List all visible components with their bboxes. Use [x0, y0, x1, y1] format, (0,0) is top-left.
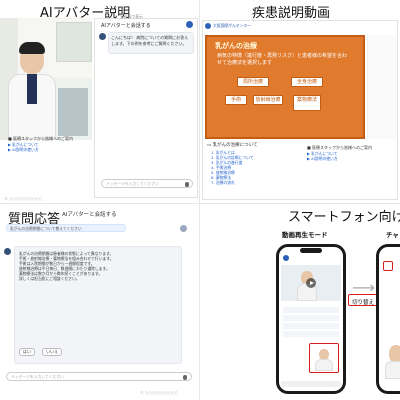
- mode-label-chat: チャ: [386, 231, 399, 239]
- hospital-logo-icon: [283, 255, 289, 261]
- staff-notice: ■ 医療スタッフから皆様へのご案内 ▶ 乳がんについて ▶ AI説明の使い方: [8, 136, 92, 152]
- link-how-to-use[interactable]: ▶ AI説明の使い方: [8, 147, 92, 152]
- quadrant-title: 疾患説明動画: [252, 6, 331, 21]
- quick-reply-no[interactable]: いいえ: [42, 348, 63, 356]
- footer: © ○○○○○○○○○○: [4, 196, 43, 201]
- slide-box-local: 局所治療: [237, 77, 269, 87]
- bottom-bar: [281, 381, 341, 387]
- screenshot-collage: AIアバター説明 AIアバターと会話する こんにちは！ 病院についての質問にお答…: [0, 0, 400, 400]
- video-page: 大阪国際がんセンター 乳がんの治療 病気の特徴（進行度・再発リスク）と患者様の希…: [202, 20, 398, 200]
- chapter-item[interactable]: [283, 307, 339, 313]
- slide-title: 乳がんの治療: [215, 42, 257, 50]
- hospital-logo-text: 大阪国際がんセンター: [213, 23, 251, 28]
- chat-avatar-icon[interactable]: [186, 21, 193, 28]
- footer: © ○○○○○○○○○○: [140, 390, 179, 395]
- quick-replies: はい いいえ: [19, 338, 64, 357]
- slide-box-surgery: 手術: [225, 95, 247, 105]
- message-input[interactable]: メッセージを入力してください: [6, 372, 192, 381]
- fullscreen-link[interactable]: 全画面で表示: [120, 14, 143, 19]
- user-message: 乳がんの治療期間について教えてください: [6, 224, 126, 232]
- slide-box-systemic: 全身治療: [291, 77, 323, 87]
- chapter-list: 1. 乳がんとは 2. 乳がんの診断について 3. 乳がんの進行度 4. 手術治…: [211, 150, 297, 185]
- chat-panel: AIアバターと会話する こんにちは！ 病院についての質問にお答えします。下の例を…: [94, 18, 198, 198]
- quick-reply-yes[interactable]: はい: [19, 348, 35, 356]
- avatar-photo: [0, 18, 92, 140]
- bot-avatar-icon: [99, 33, 106, 40]
- disease-video-quadrant: 疾患説明動画 大阪国際がんセンター 乳がんの治療 病気の特徴（進行度・再発リスク…: [200, 0, 400, 204]
- smartphone-quadrant: スマートフォン向け 動画再生モード チャ ⟶ 切り替え: [200, 204, 400, 400]
- section-label: ▭ 乳がんの治療について: [207, 143, 258, 148]
- quadrant-title: スマートフォン向け: [288, 210, 400, 225]
- mic-icon[interactable]: [183, 374, 187, 380]
- bot-message: こんにちは！ 病院についての質問にお答えします。下の例を参考にご質問ください。: [108, 32, 194, 54]
- phone-video-mode: [276, 244, 346, 394]
- chapter-item[interactable]: [283, 315, 339, 321]
- chat-header: AIアバターと会話する: [62, 212, 117, 218]
- link-how-to-use[interactable]: ▶ AI説明の使い方: [307, 156, 393, 161]
- message-input[interactable]: メッセージを入力してください: [101, 179, 193, 188]
- ai-avatar-quadrant: AIアバター説明 AIアバターと会話する こんにちは！ 病院についての質問にお答…: [0, 0, 200, 204]
- chapter-item[interactable]: 7. 治療の流れ: [211, 180, 297, 185]
- play-icon[interactable]: [306, 278, 316, 288]
- chapter-item[interactable]: [283, 331, 339, 337]
- hospital-logo-icon: [205, 23, 211, 29]
- chat-toggle-icon[interactable]: [383, 261, 393, 271]
- mic-icon[interactable]: [185, 181, 189, 187]
- answer-line: 詳しくは担当医にご相談ください。: [19, 276, 80, 281]
- qa-quadrant: 質問応答 AIアバターと会話する 乳がんの治療期間について教えてください 乳がん…: [0, 204, 200, 400]
- video-player[interactable]: [281, 265, 341, 301]
- chapter-item[interactable]: [283, 323, 339, 329]
- slide-box-drug: 薬物療法: [293, 95, 321, 111]
- mode-label-video: 動画再生モード: [282, 231, 328, 239]
- slide-box-radiation: 放射線治療: [253, 95, 283, 105]
- highlight-avatar: [309, 343, 339, 373]
- bot-avatar-icon: [4, 248, 11, 255]
- bot-answer: 乳がんの治療期間は患者様の状態によって異なります。 手術・放射線治療・薬物療法を…: [14, 246, 182, 364]
- video-slide[interactable]: 乳がんの治療 病気の特徴（進行度・再発リスク）と患者様の希望を合わせて治療法を選…: [205, 35, 365, 139]
- slide-subtitle: 病気の特徴（進行度・再発リスク）と患者様の希望を合わせて治療法を選択します: [217, 53, 348, 66]
- staff-notice: ■ 医療スタッフから皆様へのご案内 ▶ 乳がんについて ▶ AI説明の使い方: [307, 145, 393, 161]
- phone-chat-mode: [376, 244, 400, 394]
- user-avatar-icon: [180, 225, 187, 232]
- side-panel: [367, 35, 397, 139]
- chat-header: AIアバターと会話する: [101, 23, 151, 29]
